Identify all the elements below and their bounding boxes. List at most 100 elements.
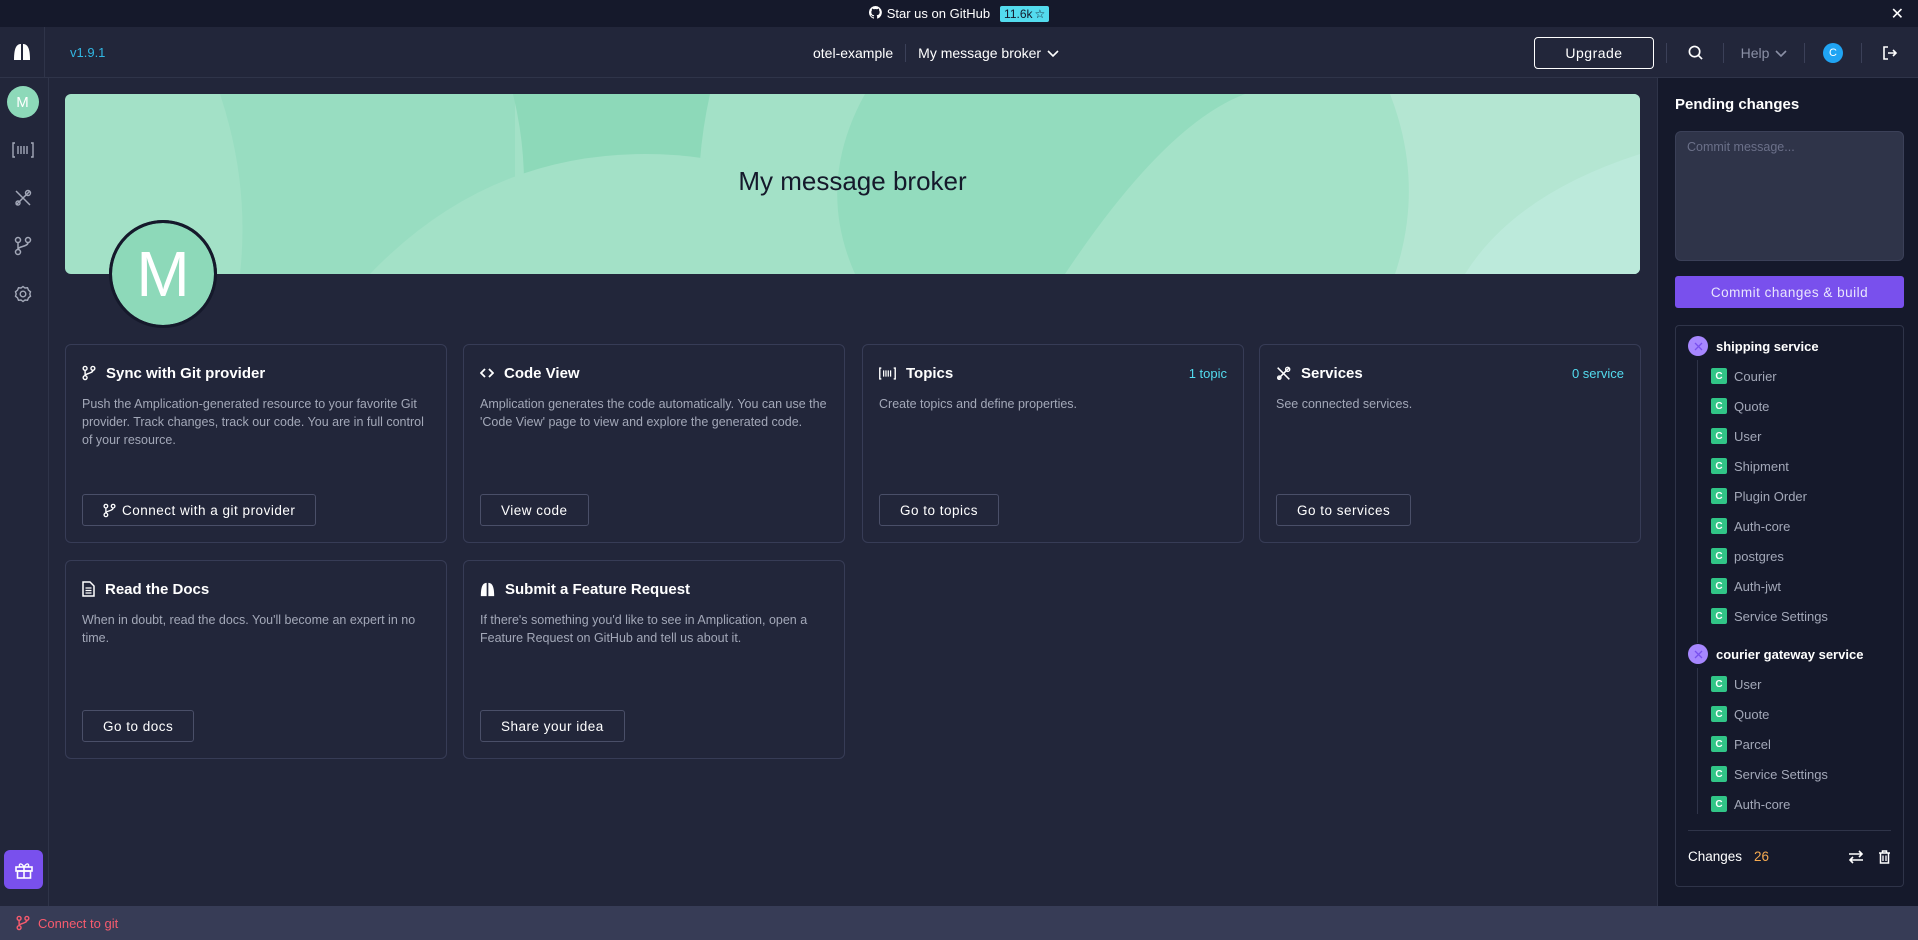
github-icon bbox=[868, 5, 882, 22]
star-count-value: 11.6k bbox=[1004, 6, 1033, 21]
user-profile-button[interactable]: C bbox=[1805, 42, 1861, 63]
logout-button[interactable] bbox=[1862, 45, 1918, 61]
change-item-label: Auth-core bbox=[1734, 518, 1791, 534]
button-label: Connect with a git provider bbox=[122, 502, 296, 518]
share-idea-button[interactable]: Share your idea bbox=[480, 710, 625, 742]
breadcrumb: otel-example My message broker bbox=[813, 27, 1059, 78]
rail-resource-avatar[interactable]: M bbox=[0, 82, 45, 122]
git-branch-icon bbox=[103, 503, 116, 517]
services-icon bbox=[1277, 366, 1291, 380]
view-code-button[interactable]: View code bbox=[480, 494, 589, 526]
card-title: Submit a Feature Request bbox=[505, 580, 691, 598]
card-description: When in doubt, read the docs. You'll bec… bbox=[82, 613, 416, 645]
resource-hero-banner: My message broker bbox=[65, 94, 1640, 274]
change-item[interactable]: C Service Settings bbox=[1711, 766, 1828, 782]
card-topics: Topics 1 topic Create topics and define … bbox=[862, 344, 1244, 543]
service-icon bbox=[1688, 644, 1708, 664]
commit-changes-button[interactable]: Commit changes & build bbox=[1675, 276, 1904, 308]
rail-item-topics[interactable] bbox=[0, 130, 45, 170]
button-label: Share your idea bbox=[501, 718, 604, 734]
change-item[interactable]: C Courier bbox=[1711, 368, 1777, 384]
change-item[interactable]: C Service Settings bbox=[1711, 608, 1828, 624]
trash-icon bbox=[1879, 849, 1890, 864]
logout-icon bbox=[1883, 45, 1898, 60]
rail-item-services[interactable] bbox=[0, 178, 45, 218]
changes-count: 26 bbox=[1754, 849, 1770, 864]
change-item-label: User bbox=[1734, 676, 1762, 692]
compare-changes-button[interactable] bbox=[1848, 849, 1864, 864]
search-icon bbox=[1688, 45, 1703, 60]
change-item[interactable]: C Parcel bbox=[1711, 736, 1771, 752]
change-item[interactable]: C Auth-jwt bbox=[1711, 578, 1781, 594]
gift-icon bbox=[14, 862, 33, 879]
promo-banner: Star us on GitHub 11.6k ☆ ✕ bbox=[0, 0, 1918, 27]
service-icon bbox=[1688, 336, 1708, 356]
change-type-badge: C bbox=[1711, 796, 1727, 812]
connect-to-git-label: Connect to git bbox=[38, 915, 119, 931]
change-item-label: Plugin Order bbox=[1734, 488, 1807, 504]
resource-selector[interactable]: My message broker bbox=[918, 45, 1059, 61]
search-button[interactable] bbox=[1667, 45, 1723, 60]
connect-git-provider-button[interactable]: Connect with a git provider bbox=[82, 494, 317, 526]
service-group-header[interactable]: courier gateway service bbox=[1688, 644, 1863, 664]
change-type-badge: C bbox=[1711, 578, 1727, 594]
change-item[interactable]: C User bbox=[1711, 676, 1761, 692]
amplication-logo-icon bbox=[480, 582, 495, 596]
go-to-topics-button[interactable]: Go to topics bbox=[879, 494, 1000, 526]
pending-changes-list: shipping service C Courier C Quote C User C… bbox=[1675, 325, 1904, 887]
pending-changes-panel: Pending changes Commit changes & build s… bbox=[1657, 78, 1918, 906]
button-label: Go to topics bbox=[900, 502, 979, 518]
rail-item-git[interactable] bbox=[0, 226, 45, 266]
close-icon[interactable]: ✕ bbox=[1891, 4, 1904, 24]
change-item[interactable]: C Auth-core bbox=[1711, 796, 1790, 812]
whats-new-button[interactable] bbox=[4, 850, 43, 889]
resource-avatar: M bbox=[6, 86, 39, 118]
change-type-badge: C bbox=[1711, 428, 1727, 444]
change-type-badge: C bbox=[1711, 398, 1727, 414]
commit-message-input[interactable] bbox=[1675, 131, 1904, 261]
change-item[interactable]: C Plugin Order bbox=[1711, 488, 1807, 504]
change-item-label: Service Settings bbox=[1734, 608, 1828, 624]
go-to-services-button[interactable]: Go to services bbox=[1276, 494, 1412, 526]
services-count-link[interactable]: 0 service bbox=[1572, 366, 1624, 381]
upgrade-button[interactable]: Upgrade bbox=[1534, 36, 1654, 69]
app-version[interactable]: v1.9.1 bbox=[70, 45, 105, 60]
change-item[interactable]: Cpostgres bbox=[1711, 548, 1784, 564]
service-group-header[interactable]: shipping service bbox=[1688, 336, 1819, 356]
tree-line bbox=[1697, 668, 1698, 814]
help-menu[interactable]: Help bbox=[1724, 45, 1804, 61]
card-title: Services bbox=[1301, 364, 1363, 382]
user-avatar: C bbox=[1823, 42, 1843, 63]
services-icon bbox=[14, 189, 31, 206]
change-item[interactable]: C Quote bbox=[1711, 398, 1769, 414]
changes-label: Changes bbox=[1688, 849, 1743, 864]
github-star-link[interactable]: Star us on GitHub bbox=[868, 5, 990, 22]
git-branch-icon bbox=[82, 365, 96, 381]
topics-count-link[interactable]: 1 topic bbox=[1189, 366, 1227, 381]
amplication-logo[interactable] bbox=[0, 27, 45, 77]
breadcrumb-workspace[interactable]: otel-example bbox=[813, 45, 893, 61]
topics-icon bbox=[11, 142, 34, 158]
discard-changes-button[interactable] bbox=[1878, 849, 1891, 864]
hero-title: My message broker bbox=[738, 166, 967, 196]
change-type-badge: C bbox=[1711, 458, 1727, 474]
change-item[interactable]: C Quote bbox=[1711, 706, 1769, 722]
change-item-label: User bbox=[1734, 428, 1762, 444]
card-code-view: Code View Amplication generates the code… bbox=[463, 344, 845, 543]
card-feature-request: Submit a Feature Request If there's some… bbox=[463, 560, 845, 759]
change-item[interactable]: C Auth-core bbox=[1711, 518, 1790, 534]
card-sync-git: Sync with Git provider Push the Amplicat… bbox=[65, 344, 447, 543]
settings-icon bbox=[14, 285, 31, 303]
rail-item-settings[interactable] bbox=[0, 274, 45, 314]
swap-icon bbox=[1848, 849, 1864, 864]
go-to-docs-button[interactable]: Go to docs bbox=[82, 710, 195, 742]
change-item[interactable]: C Shipment bbox=[1711, 458, 1789, 474]
github-star-count[interactable]: 11.6k ☆ bbox=[1000, 5, 1050, 22]
change-item-label: Service Settings bbox=[1734, 766, 1828, 782]
change-type-badge: C bbox=[1711, 368, 1727, 384]
app-header: v1.9.1 otel-example My message broker Up… bbox=[0, 27, 1918, 78]
git-branch-icon bbox=[14, 236, 31, 256]
change-item[interactable]: C User bbox=[1711, 428, 1761, 444]
pending-changes-title: Pending changes bbox=[1675, 96, 1800, 113]
connect-to-git-bar[interactable]: Connect to git bbox=[0, 906, 1918, 940]
